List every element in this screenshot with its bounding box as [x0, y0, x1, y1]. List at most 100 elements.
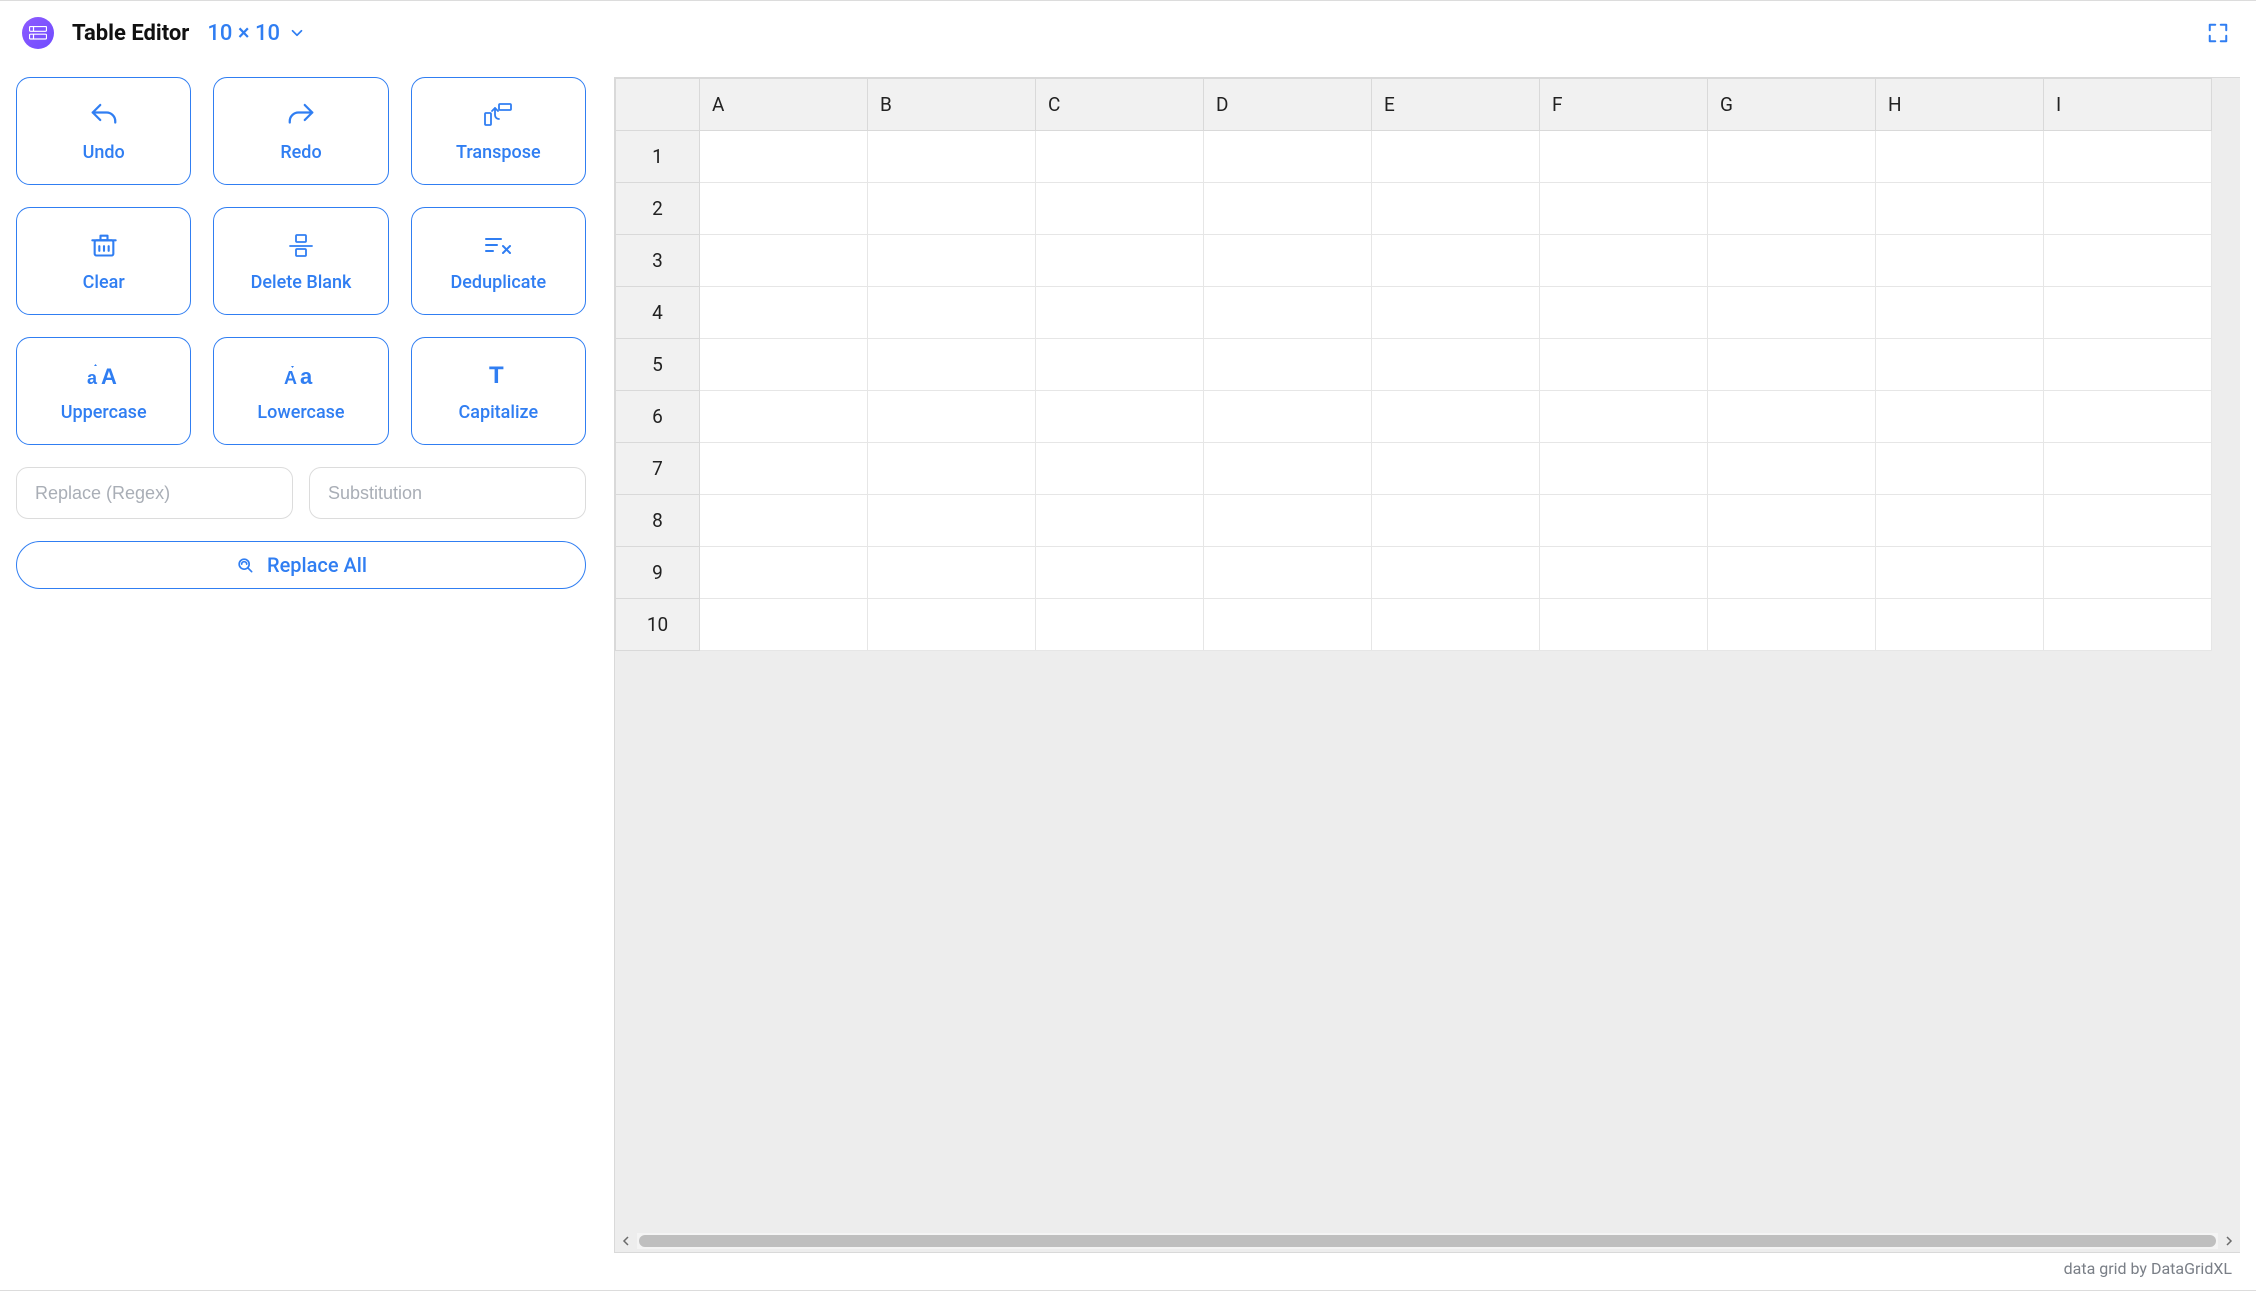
grid-cell[interactable]	[1372, 287, 1540, 339]
grid-cell[interactable]	[1036, 339, 1204, 391]
grid-cell[interactable]	[700, 495, 868, 547]
row-header[interactable]: 10	[616, 599, 700, 651]
grid-cell[interactable]	[1372, 391, 1540, 443]
column-header[interactable]: I	[2044, 79, 2212, 131]
fullscreen-button[interactable]	[2202, 17, 2234, 49]
grid-cell[interactable]	[1372, 131, 1540, 183]
grid-cell[interactable]	[1540, 235, 1708, 287]
grid-cell[interactable]	[1036, 599, 1204, 651]
scrollbar-thumb[interactable]	[639, 1235, 2216, 1247]
delete-blank-button[interactable]: Delete Blank	[213, 207, 388, 315]
column-header[interactable]: A	[700, 79, 868, 131]
row-header[interactable]: 3	[616, 235, 700, 287]
grid-cell[interactable]	[1540, 391, 1708, 443]
grid-cell[interactable]	[1036, 547, 1204, 599]
replace-regex-input[interactable]	[16, 467, 293, 519]
grid-cell[interactable]	[1708, 235, 1876, 287]
column-header[interactable]: C	[1036, 79, 1204, 131]
grid-cell[interactable]	[1708, 599, 1876, 651]
scrollbar-track[interactable]	[637, 1233, 2218, 1249]
grid-cell[interactable]	[1876, 599, 2044, 651]
grid-cell[interactable]	[868, 495, 1036, 547]
grid-cell[interactable]	[1204, 495, 1372, 547]
grid-cell[interactable]	[868, 599, 1036, 651]
grid-cell[interactable]	[1876, 443, 2044, 495]
grid-cell[interactable]	[1204, 547, 1372, 599]
grid-cell[interactable]	[2044, 599, 2212, 651]
grid-cell[interactable]	[2044, 547, 2212, 599]
grid-cell[interactable]	[1372, 495, 1540, 547]
grid-cell[interactable]	[1876, 547, 2044, 599]
dimensions-dropdown[interactable]: 10 × 10	[207, 21, 306, 46]
grid-cell[interactable]	[1204, 339, 1372, 391]
horizontal-scrollbar[interactable]	[615, 1230, 2240, 1252]
row-header[interactable]: 1	[616, 131, 700, 183]
grid-cell[interactable]	[1372, 547, 1540, 599]
grid-cell[interactable]	[1876, 235, 2044, 287]
grid-cell[interactable]	[868, 235, 1036, 287]
grid-cell[interactable]	[1540, 183, 1708, 235]
grid-cell[interactable]	[1708, 287, 1876, 339]
scroll-right-icon[interactable]	[2218, 1230, 2240, 1252]
grid-cell[interactable]	[1204, 443, 1372, 495]
grid-cell[interactable]	[1540, 547, 1708, 599]
grid-cell[interactable]	[700, 287, 868, 339]
column-header[interactable]: H	[1876, 79, 2044, 131]
grid-cell[interactable]	[2044, 287, 2212, 339]
grid-cell[interactable]	[1876, 287, 2044, 339]
grid-cell[interactable]	[1540, 287, 1708, 339]
grid-cell[interactable]	[1708, 339, 1876, 391]
grid-cell[interactable]	[700, 443, 868, 495]
grid-cell[interactable]	[1204, 131, 1372, 183]
grid-cell[interactable]	[1204, 183, 1372, 235]
lowercase-button[interactable]: A a Lowercase	[213, 337, 388, 445]
capitalize-button[interactable]: T Capitalize	[411, 337, 586, 445]
row-header[interactable]: 4	[616, 287, 700, 339]
grid-cell[interactable]	[2044, 443, 2212, 495]
grid-cell[interactable]	[700, 131, 868, 183]
row-header[interactable]: 5	[616, 339, 700, 391]
grid-cell[interactable]	[700, 339, 868, 391]
grid-cell[interactable]	[868, 547, 1036, 599]
grid-cell[interactable]	[700, 547, 868, 599]
grid-cell[interactable]	[1876, 183, 2044, 235]
grid-cell[interactable]	[1204, 287, 1372, 339]
grid-cell[interactable]	[700, 235, 868, 287]
grid-cell[interactable]	[1540, 443, 1708, 495]
grid-cell[interactable]	[1372, 183, 1540, 235]
grid-cell[interactable]	[1036, 183, 1204, 235]
deduplicate-button[interactable]: Deduplicate	[411, 207, 586, 315]
grid-cell[interactable]	[1876, 495, 2044, 547]
row-header[interactable]: 9	[616, 547, 700, 599]
row-header[interactable]: 8	[616, 495, 700, 547]
column-header[interactable]: F	[1540, 79, 1708, 131]
grid-cell[interactable]	[1708, 183, 1876, 235]
grid-cell[interactable]	[700, 599, 868, 651]
grid-cell[interactable]	[1204, 391, 1372, 443]
column-header[interactable]: B	[868, 79, 1036, 131]
grid-cell[interactable]	[868, 183, 1036, 235]
grid-cell[interactable]	[1540, 131, 1708, 183]
grid-cell[interactable]	[1708, 391, 1876, 443]
replace-all-button[interactable]: Replace All	[16, 541, 586, 589]
column-header[interactable]: E	[1372, 79, 1540, 131]
grid-cell[interactable]	[2044, 235, 2212, 287]
grid-cell[interactable]	[868, 443, 1036, 495]
grid-cell[interactable]	[868, 339, 1036, 391]
grid-cell[interactable]	[1036, 495, 1204, 547]
grid-cell[interactable]	[1036, 235, 1204, 287]
grid-cell[interactable]	[1036, 287, 1204, 339]
column-header[interactable]: D	[1204, 79, 1372, 131]
grid-cell[interactable]	[1876, 391, 2044, 443]
grid-cell[interactable]	[1372, 599, 1540, 651]
grid-cell[interactable]	[1372, 339, 1540, 391]
grid-cell[interactable]	[1876, 339, 2044, 391]
grid-cell[interactable]	[1708, 443, 1876, 495]
grid-cell[interactable]	[868, 391, 1036, 443]
grid-cell[interactable]	[1204, 599, 1372, 651]
grid-cell[interactable]	[1372, 235, 1540, 287]
grid-cell[interactable]	[1036, 391, 1204, 443]
grid-cell[interactable]	[1036, 131, 1204, 183]
scroll-left-icon[interactable]	[615, 1230, 637, 1252]
grid-cell[interactable]	[2044, 339, 2212, 391]
